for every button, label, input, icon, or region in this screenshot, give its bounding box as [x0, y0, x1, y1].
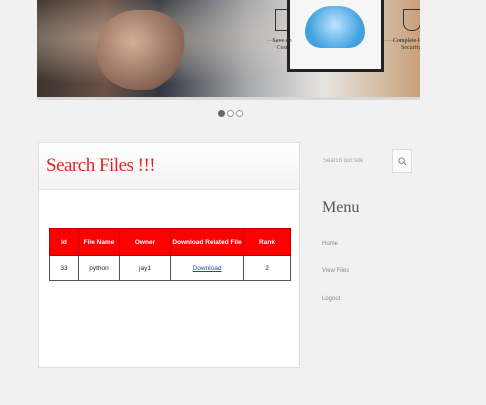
cloud-icon	[305, 6, 365, 48]
download-link[interactable]: Download	[193, 265, 222, 272]
column-header-owner: Owner	[119, 228, 171, 256]
menu-item-view-files[interactable]: View Files	[322, 268, 349, 274]
search-icon	[397, 156, 406, 165]
cell-download: Download	[170, 255, 244, 281]
slide-dot-3[interactable]	[236, 110, 243, 117]
cell-file-name: python	[78, 255, 120, 281]
site-search	[318, 149, 412, 173]
hero-bottom-strip	[37, 97, 420, 100]
card-header: Search Files !!!	[39, 143, 299, 190]
search-files-card: Search Files !!! Id File Name Owner Down…	[38, 142, 300, 368]
slide-dot-1[interactable]	[218, 110, 225, 117]
column-header-rank: Rank	[243, 228, 291, 256]
hero-banner: Save on Cost Complete Data Security	[37, 0, 420, 97]
hero-caption-left: Save on Cost	[272, 38, 292, 51]
page: Save on Cost Complete Data Security Sear…	[4, 0, 482, 405]
column-header-file-name: File Name	[78, 228, 120, 256]
shield-lock-icon	[403, 9, 420, 31]
slider-pagination	[218, 110, 243, 117]
slide-dot-2[interactable]	[227, 110, 234, 117]
results-table: Id File Name Owner Download Related File…	[49, 228, 291, 281]
hero-caption-right: Complete Data Security	[392, 38, 420, 51]
cell-rank: 2	[243, 255, 291, 281]
table-row: 33 python jay1 Download 2	[49, 255, 291, 281]
search-button[interactable]	[392, 149, 412, 173]
page-title: Search Files !!!	[46, 155, 156, 176]
cell-owner: jay1	[119, 255, 171, 281]
table-header-row: Id File Name Owner Download Related File…	[49, 228, 291, 256]
menu-item-logout[interactable]: Logout	[322, 296, 340, 302]
column-header-download: Download Related File	[170, 228, 244, 256]
cell-id: 33	[49, 255, 79, 281]
hero-hand-image	[97, 10, 187, 90]
search-input[interactable]	[318, 149, 388, 173]
menu-item-home[interactable]: Home	[322, 241, 338, 247]
column-header-id: Id	[49, 228, 79, 256]
menu-title: Menu	[322, 199, 360, 216]
